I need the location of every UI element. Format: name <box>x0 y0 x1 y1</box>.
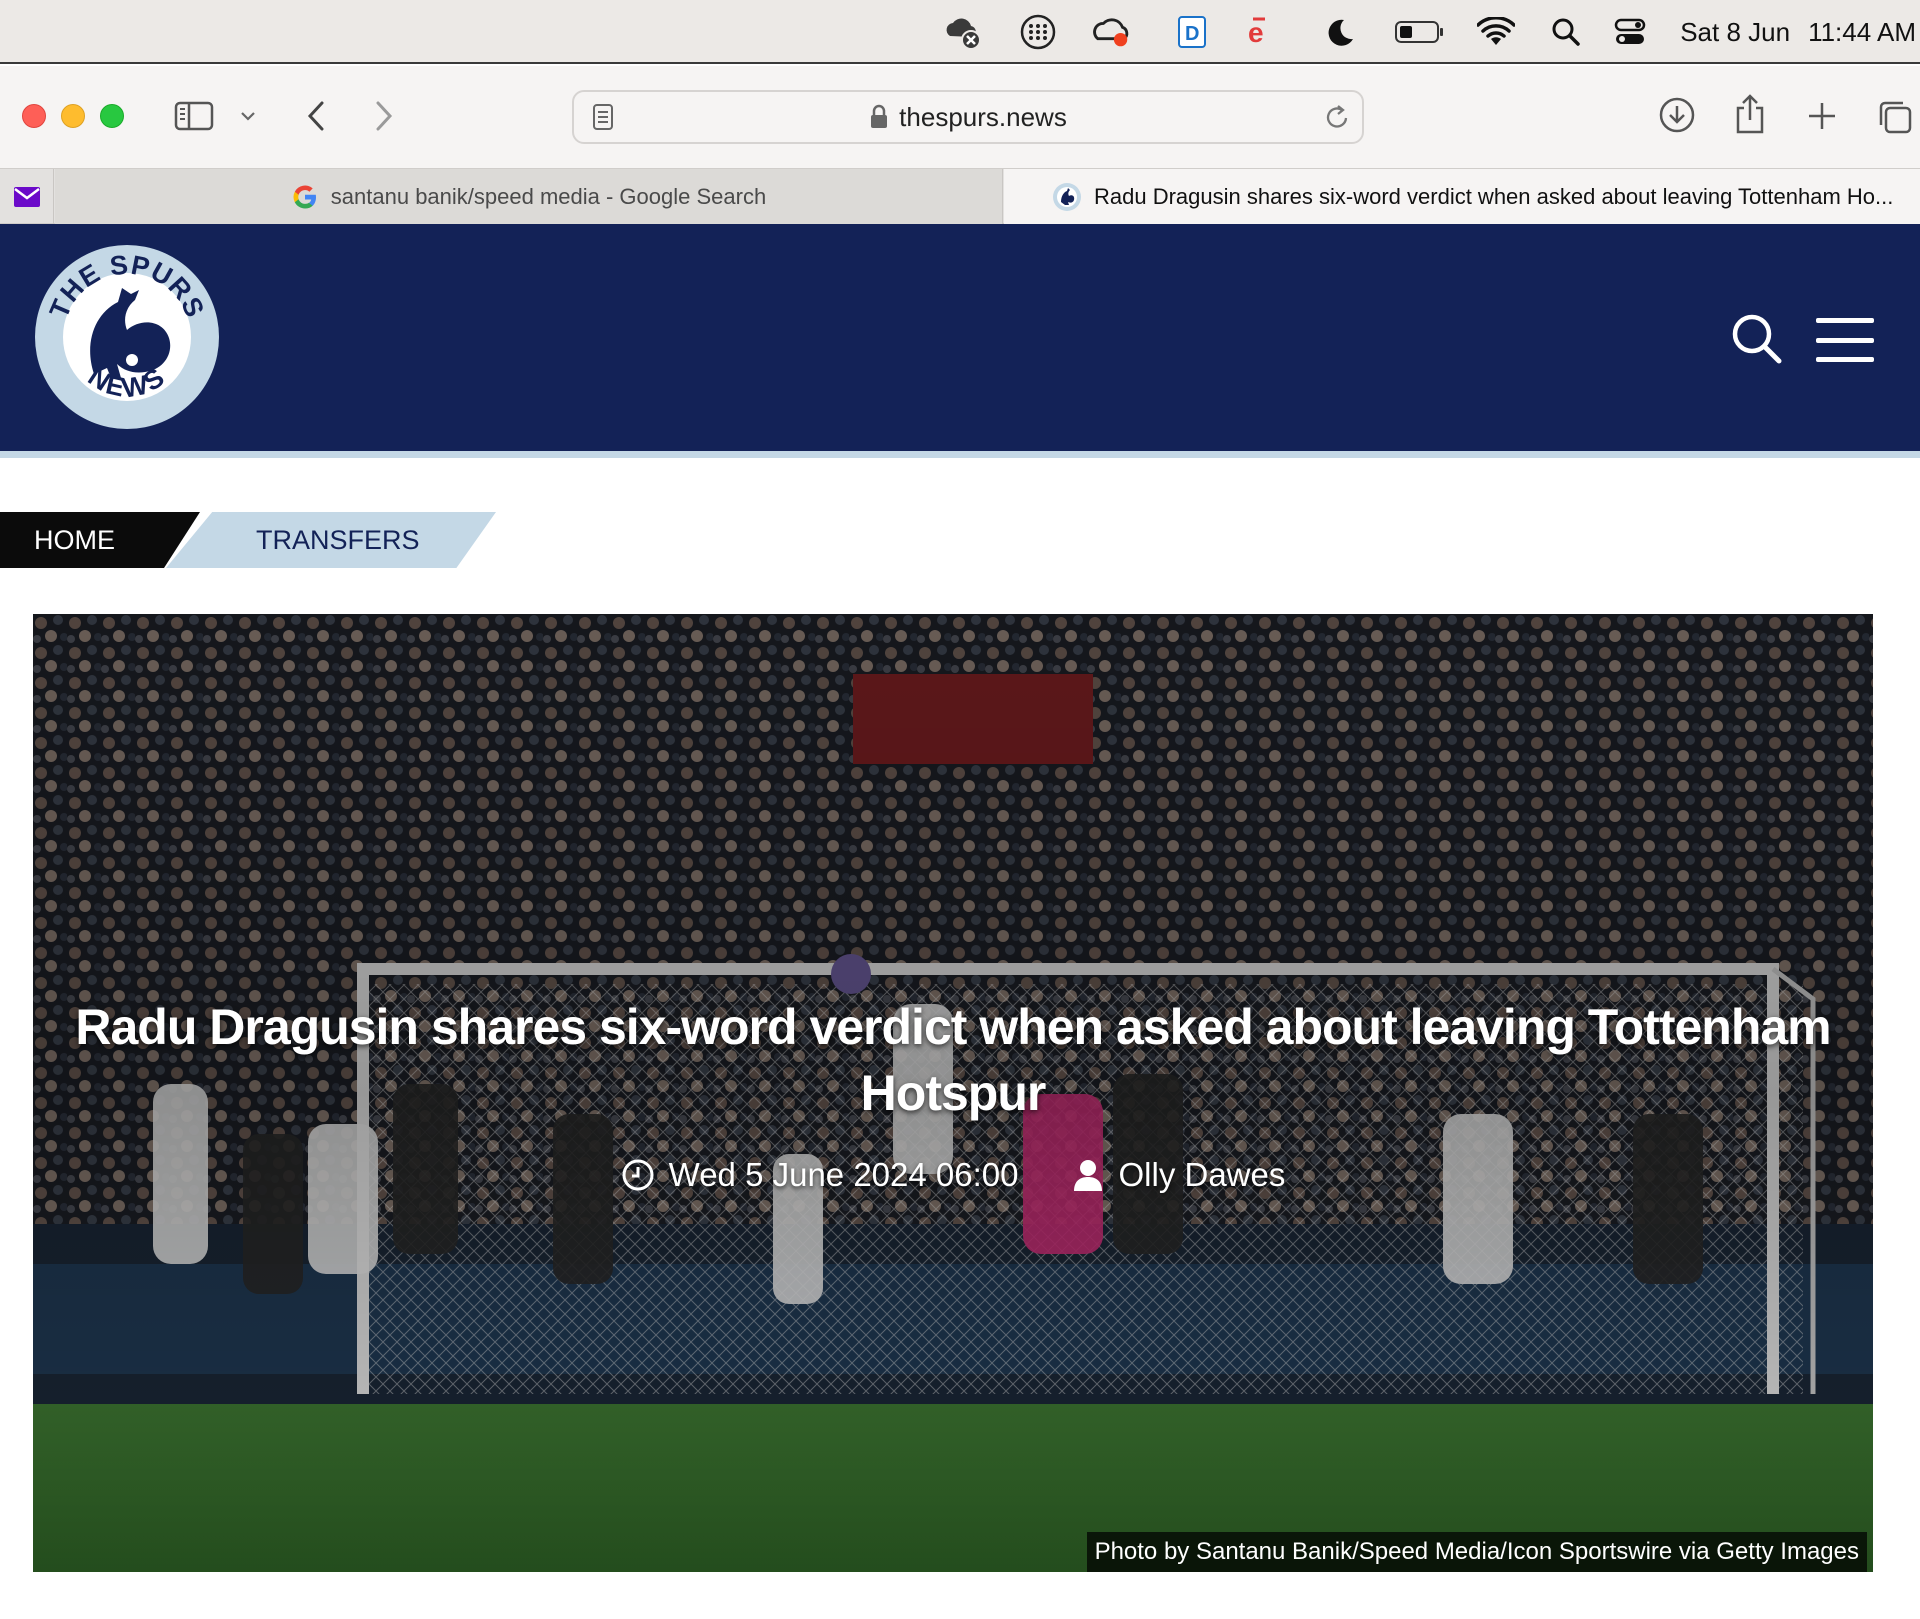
close-window-button[interactable] <box>22 104 46 128</box>
menu-bar-clock[interactable]: Sat 8 Jun 11:44 AM <box>1680 12 1916 52</box>
wifi-icon[interactable] <box>1476 12 1516 52</box>
forward-button[interactable] <box>364 94 404 138</box>
tab-label: santanu banik/speed media - Google Searc… <box>330 183 767 209</box>
zoom-window-button[interactable] <box>100 104 124 128</box>
new-tab-icon[interactable] <box>1802 96 1842 136</box>
site-logo[interactable]: THE SPURS NEWS <box>32 242 222 432</box>
svg-text:e: e <box>1248 17 1264 48</box>
reload-icon[interactable] <box>1322 102 1352 132</box>
article-author[interactable]: Olly Dawes <box>1118 1156 1285 1194</box>
menu-bar-time: 11:44 AM <box>1808 16 1916 47</box>
address-bar[interactable]: thespurs.news <box>572 90 1364 144</box>
tab-overview-icon[interactable] <box>1874 96 1916 138</box>
tab-bar: santanu banik/speed media - Google Searc… <box>0 168 1920 224</box>
battery-icon[interactable] <box>1394 12 1446 52</box>
sidebar-toggle-icon[interactable] <box>172 94 216 138</box>
google-icon <box>293 184 316 208</box>
url-text: thespurs.news <box>899 101 1067 132</box>
breadcrumb-transfers[interactable]: TRANSFERS <box>166 512 496 568</box>
site-header: THE SPURS NEWS <box>0 224 1920 458</box>
article-hero: Radu Dragusin shares six-word verdict wh… <box>33 614 1873 1572</box>
tab-label: Radu Dragusin shares six-word verdict wh… <box>1094 183 1894 209</box>
dictionary-app-icon[interactable]: D <box>1172 12 1212 52</box>
author-icon <box>1074 1160 1103 1191</box>
mail-icon <box>13 186 40 207</box>
tab-google-search[interactable]: santanu banik/speed media - Google Searc… <box>55 169 1003 224</box>
photo-credit: Photo by Santanu Banik/Speed Media/Icon … <box>1086 1532 1867 1572</box>
site-search-icon[interactable] <box>1730 312 1784 366</box>
menu-bar: D e Sat 8 Jun 11:44 AM <box>0 0 1920 64</box>
creative-cloud-icon[interactable] <box>1092 12 1132 52</box>
back-button[interactable] <box>296 94 336 138</box>
grid-dots-icon[interactable] <box>1018 12 1058 52</box>
downloads-icon[interactable] <box>1656 94 1698 136</box>
e-app-icon[interactable]: e <box>1240 12 1280 52</box>
chevron-right-icon <box>376 101 393 131</box>
spurs-favicon-icon <box>1053 182 1081 211</box>
svg-text:D: D <box>1185 23 1199 45</box>
browser-toolbar: thespurs.news <box>0 66 1920 168</box>
minimize-window-button[interactable] <box>61 104 85 128</box>
spotlight-search-icon[interactable] <box>1546 12 1586 52</box>
moon-icon[interactable] <box>1320 12 1360 52</box>
pinned-tab-mail[interactable] <box>0 169 54 224</box>
share-icon[interactable] <box>1730 92 1770 136</box>
article-meta: Wed 5 June 2024 06:00 Olly Dawes <box>33 1156 1873 1194</box>
cloud-error-icon[interactable] <box>942 12 982 52</box>
article-title: Radu Dragusin shares six-word verdict wh… <box>75 999 1831 1121</box>
breadcrumb: HOME TRANSFERS <box>0 512 500 568</box>
lock-icon <box>871 104 888 128</box>
tab-spurs-article[interactable]: Radu Dragusin shares six-word verdict wh… <box>1004 169 1920 224</box>
spurs-news-logo: THE SPURS NEWS <box>35 245 219 429</box>
breadcrumb-home[interactable]: HOME <box>0 512 200 568</box>
article-date: Wed 5 June 2024 06:00 <box>668 1156 1019 1193</box>
hamburger-menu-icon[interactable] <box>1816 318 1874 362</box>
chevron-down-icon[interactable] <box>236 100 260 132</box>
chevron-left-icon <box>307 101 324 131</box>
control-center-icon[interactable] <box>1610 12 1650 52</box>
clock-icon <box>622 1159 654 1191</box>
menu-bar-date: Sat 8 Jun <box>1680 16 1791 47</box>
